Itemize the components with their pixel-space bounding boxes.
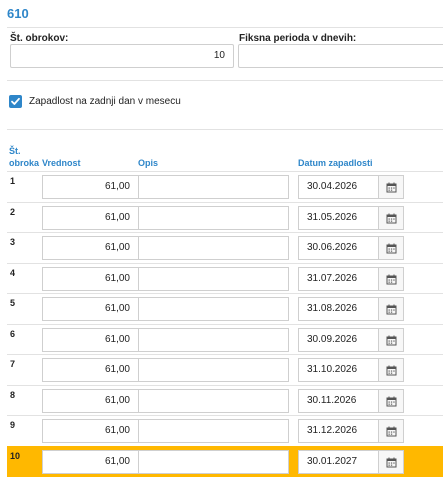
value-input[interactable]: 61,00 [42, 327, 140, 352]
calendar-icon [386, 182, 397, 193]
calendar-button[interactable] [378, 449, 404, 474]
checkmark-icon [11, 97, 20, 105]
description-input[interactable] [138, 449, 289, 474]
due-date-input[interactable]: 30.06.2026 [298, 236, 378, 260]
description-input[interactable] [138, 388, 289, 413]
calendar-icon [386, 243, 397, 254]
value-input[interactable]: 61,00 [42, 205, 140, 230]
calendar-button[interactable] [378, 205, 404, 230]
col-header-due-date: Datum zapadlosti [298, 158, 373, 168]
due-date-input[interactable]: 31.07.2026 [298, 266, 378, 291]
value-input[interactable]: 61,00 [42, 266, 140, 291]
value-input[interactable]: 61,00 [42, 388, 140, 413]
calendar-button[interactable] [378, 388, 404, 413]
table-row: 8 61,00 30.11.2026 [7, 384, 443, 416]
row-number: 8 [10, 389, 16, 400]
value-input[interactable]: 61,00 [42, 449, 140, 474]
due-date-input[interactable]: 30.01.2027 [298, 449, 378, 474]
description-input[interactable] [138, 205, 289, 230]
table-row: 4 61,00 31.07.2026 [7, 262, 443, 294]
col-header-description: Opis [138, 158, 159, 168]
calendar-icon [386, 426, 397, 437]
table-row: 6 61,00 30.09.2026 [7, 323, 443, 355]
table-row: 10 61,00 30.01.2027 [7, 445, 443, 477]
calendar-icon [386, 274, 397, 284]
description-input[interactable] [138, 236, 289, 260]
row-number: 10 [10, 450, 21, 461]
table-row: 5 61,00 31.08.2026 [7, 293, 443, 324]
due-date-input[interactable]: 31.10.2026 [298, 358, 378, 382]
row-number: 1 [10, 176, 16, 186]
description-input[interactable] [138, 358, 289, 382]
due-date-input[interactable]: 30.11.2026 [298, 388, 378, 413]
col-header-value: Vrednost [42, 158, 81, 168]
last-day-checkbox[interactable] [9, 95, 22, 108]
calendar-button[interactable] [378, 297, 404, 321]
col-header-number-line1: Št. [9, 146, 21, 156]
row-number: 2 [10, 206, 16, 217]
description-input[interactable] [138, 327, 289, 352]
value-input[interactable]: 61,00 [42, 175, 140, 199]
row-number: 4 [10, 267, 16, 278]
row-number: 9 [10, 420, 16, 430]
col-header-number-line2: obroka [9, 158, 40, 168]
calendar-icon [386, 335, 397, 345]
fixed-period-input[interactable] [238, 44, 443, 68]
row-number: 7 [10, 359, 16, 369]
calendar-icon [386, 457, 397, 467]
due-date-input[interactable]: 31.12.2026 [298, 419, 378, 443]
row-number: 3 [10, 237, 16, 247]
value-input[interactable]: 61,00 [42, 297, 140, 321]
calendar-button[interactable] [378, 327, 404, 352]
calendar-button[interactable] [378, 175, 404, 199]
value-input[interactable]: 61,00 [42, 236, 140, 260]
table-divider [7, 129, 443, 130]
calendar-icon [386, 396, 397, 406]
row-number: 5 [10, 298, 16, 308]
calendar-icon [386, 365, 397, 376]
table-row: 7 61,00 31.10.2026 [7, 354, 443, 385]
value-input[interactable]: 61,00 [42, 358, 140, 382]
calendar-icon [386, 213, 397, 223]
due-date-input[interactable]: 31.05.2026 [298, 205, 378, 230]
calendar-button[interactable] [378, 266, 404, 291]
calendar-button[interactable] [378, 419, 404, 443]
installments-label: Št. obrokov: [10, 33, 69, 44]
calendar-button[interactable] [378, 236, 404, 260]
table-row: 1 61,00 30.04.2026 [7, 171, 443, 202]
title-divider [7, 27, 443, 28]
description-input[interactable] [138, 419, 289, 443]
calendar-button[interactable] [378, 358, 404, 382]
section-divider [7, 80, 443, 81]
last-day-checkbox-label[interactable]: Zapadlost na zadnji dan v mesecu [29, 96, 181, 107]
row-number: 6 [10, 328, 16, 339]
table-row: 3 61,00 30.06.2026 [7, 232, 443, 263]
table-row: 2 61,00 31.05.2026 [7, 201, 443, 233]
due-date-input[interactable]: 30.04.2026 [298, 175, 378, 199]
description-input[interactable] [138, 266, 289, 291]
description-input[interactable] [138, 175, 289, 199]
due-date-input[interactable]: 31.08.2026 [298, 297, 378, 321]
page-title: 610 [7, 6, 29, 21]
value-input[interactable]: 61,00 [42, 419, 140, 443]
calendar-icon [386, 304, 397, 315]
installments-input[interactable]: 10 [10, 44, 234, 68]
due-date-input[interactable]: 30.09.2026 [298, 327, 378, 352]
table-row: 9 61,00 31.12.2026 [7, 415, 443, 446]
description-input[interactable] [138, 297, 289, 321]
fixed-period-label: Fiksna perioda v dnevih: [239, 33, 357, 44]
